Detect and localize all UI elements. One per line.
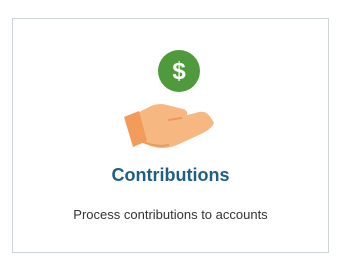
hand-holding-dollar-icon: $ <box>121 49 221 159</box>
card-title: Contributions <box>111 165 230 185</box>
contributions-card[interactable]: $ Contributions Process contributions to… <box>12 18 329 253</box>
open-hand-icon <box>124 103 214 148</box>
card-description: Process contributions to accounts <box>73 207 268 222</box>
hand-holding-dollar-svg: $ <box>124 50 214 148</box>
dollar-sign: $ <box>172 58 186 85</box>
